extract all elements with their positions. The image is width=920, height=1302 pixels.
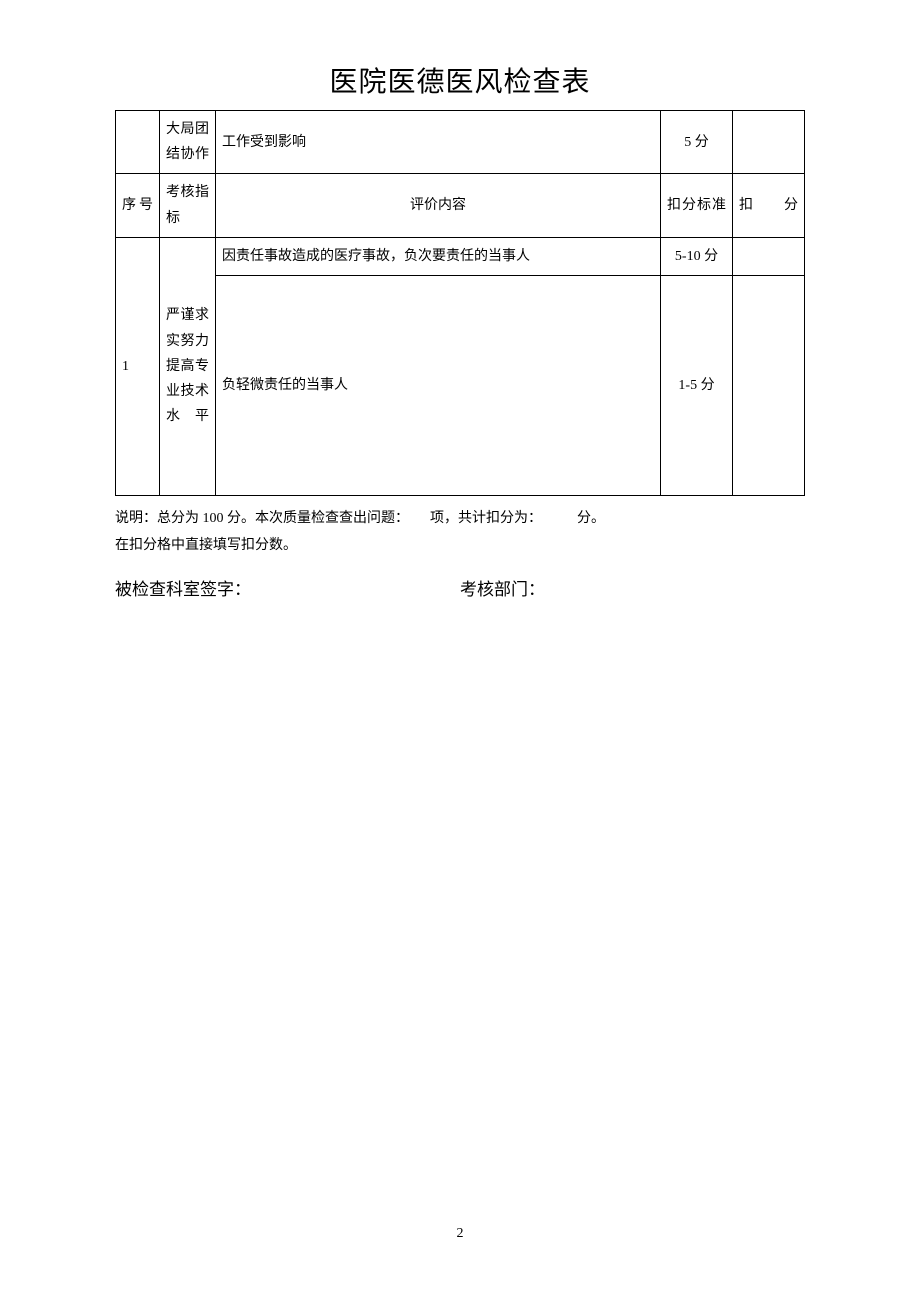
cell-standard: 5-10 分: [661, 237, 733, 275]
page-title: 医院医德医风检查表: [60, 60, 860, 100]
notes-line: 说明：总分为 100 分。本次质量检查查出问题： 项，共计扣分为： 分。: [115, 506, 805, 533]
cell-seq-blank: [116, 111, 160, 174]
col-header-indicator: 考核指标: [160, 174, 216, 237]
cell-standard: 5 分: [661, 111, 733, 174]
signature-right-label: 考核部门：: [460, 575, 805, 600]
table-row: 负轻微责任的当事人 1-5 分: [116, 275, 805, 495]
signature-row: 被检查科室签字： 考核部门：: [115, 575, 805, 600]
cell-seq: 1: [116, 237, 160, 495]
col-header-standard: 扣分标准: [661, 174, 733, 237]
table-row: 大局团结协作 工作受到影响 5 分: [116, 111, 805, 174]
cell-content: 因责任事故造成的医疗事故，负次要责任的当事人: [216, 237, 661, 275]
notes-line: 在扣分格中直接填写扣分数。: [115, 533, 805, 560]
col-header-deduct: 扣分: [733, 174, 805, 237]
table-container: 大局团结协作 工作受到影响 5 分 序号 考核指标 评价内容 扣分标准 扣分 1…: [115, 110, 805, 496]
page-number: 2: [0, 1226, 920, 1242]
table-row: 1 严谨求实努力提高专业技术水平 因责任事故造成的医疗事故，负次要责任的当事人 …: [116, 237, 805, 275]
cell-indicator: 大局团结协作: [160, 111, 216, 174]
table-header-row: 序号 考核指标 评价内容 扣分标准 扣分: [116, 174, 805, 237]
cell-deduct: [733, 111, 805, 174]
col-header-seq: 序号: [116, 174, 160, 237]
cell-deduct: [733, 275, 805, 495]
notes-block: 说明：总分为 100 分。本次质量检查查出问题： 项，共计扣分为： 分。 在扣分…: [115, 506, 805, 559]
inspection-table: 大局团结协作 工作受到影响 5 分 序号 考核指标 评价内容 扣分标准 扣分 1…: [115, 110, 805, 496]
col-header-content: 评价内容: [216, 174, 661, 237]
cell-indicator: 严谨求实努力提高专业技术水平: [160, 237, 216, 495]
cell-deduct: [733, 237, 805, 275]
cell-standard: 1-5 分: [661, 275, 733, 495]
cell-content: 工作受到影响: [216, 111, 661, 174]
signature-left-label: 被检查科室签字：: [115, 575, 460, 600]
cell-content: 负轻微责任的当事人: [216, 275, 661, 495]
